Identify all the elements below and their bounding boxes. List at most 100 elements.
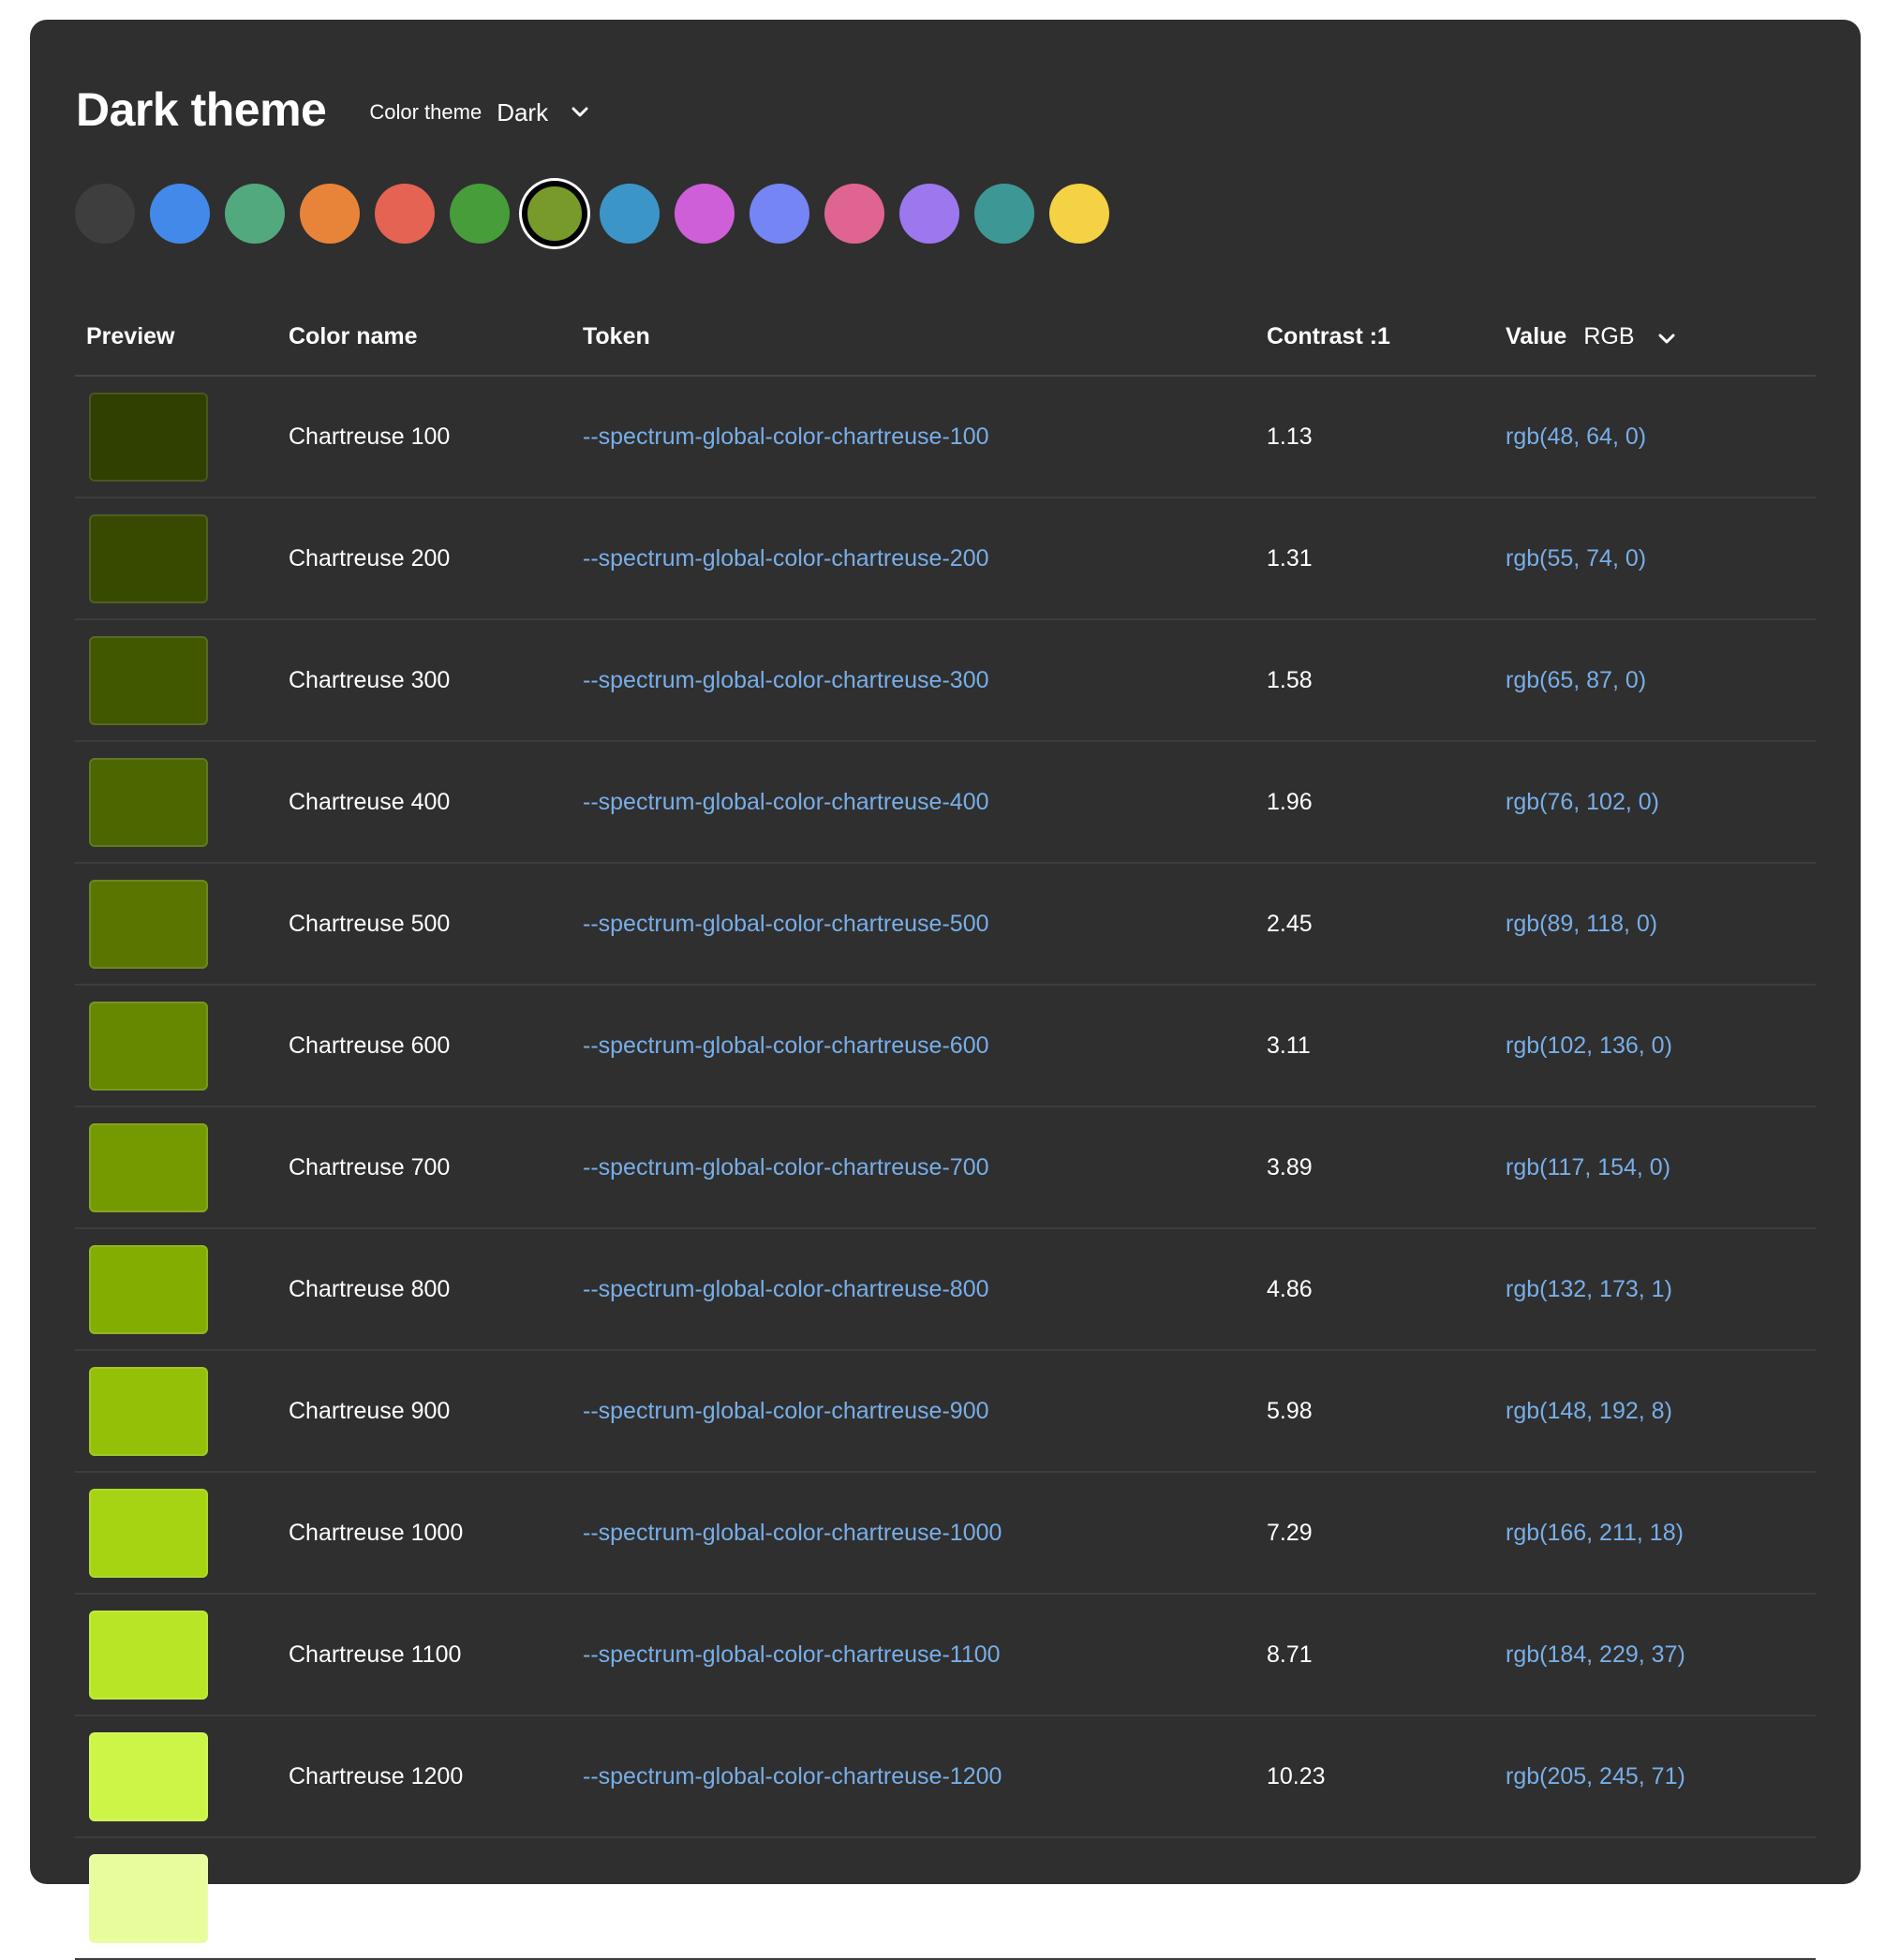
value-format-dropdown[interactable]: RGB [1583,323,1675,350]
color-name: Chartreuse 200 [289,544,451,572]
table-row: Chartreuse 800 --spectrum-global-color-ch… [75,1229,1816,1351]
color-name: Chartreuse 100 [289,423,451,450]
rgb-value-link[interactable]: rgb(76, 102, 0) [1506,789,1659,816]
color-preview-swatch [89,1610,208,1700]
rgb-value-link[interactable]: rgb(117, 154, 0) [1506,1154,1670,1181]
color-theme-dropdown[interactable]: Dark [497,93,589,127]
contrast-value: 1.58 [1267,666,1313,693]
rgb-value-link[interactable]: rgb(148, 192, 8) [1506,1398,1672,1425]
preview-cell [75,513,289,603]
table-body: Chartreuse 100 --spectrum-global-color-ch… [75,377,1816,1960]
contrast-value: 1.31 [1267,544,1313,572]
table-row: Chartreuse 900 --spectrum-global-color-ch… [75,1351,1816,1473]
chevron-down-icon [1658,334,1675,344]
preview-cell [75,392,289,482]
preview-cell [75,1001,289,1091]
token-link[interactable]: --spectrum-global-color-chartreuse-800 [583,1276,989,1302]
page-title: Dark theme [76,83,327,136]
page-header: Dark theme Color theme Dark [76,82,589,137]
contrast-value: 4.86 [1267,1275,1313,1302]
token-link[interactable]: --spectrum-global-color-chartreuse-100 [583,423,989,450]
table-row: Chartreuse 1200 --spectrum-global-color-c… [75,1716,1816,1838]
color-preview-swatch [89,635,208,725]
preview-cell [75,1853,289,1943]
swatch-yellow[interactable] [1049,184,1109,244]
rgb-value-link[interactable]: rgb(205, 245, 71) [1506,1763,1685,1790]
color-preview-swatch [89,1488,208,1578]
token-link[interactable]: --spectrum-global-color-chartreuse-900 [583,1398,989,1424]
token-link[interactable]: --spectrum-global-color-chartreuse-1100 [583,1641,1001,1668]
contrast-value: 2.45 [1267,910,1313,937]
rgb-value-link[interactable]: rgb(55, 74, 0) [1506,545,1646,572]
preview-cell [75,1610,289,1700]
preview-cell [75,757,289,847]
rgb-value-link[interactable]: rgb(48, 64, 0) [1506,423,1646,451]
color-name: Chartreuse 400 [289,788,451,815]
color-preview-swatch [89,392,208,482]
color-preview-swatch [89,1366,208,1456]
color-preview-swatch [89,1731,208,1821]
token-link[interactable]: --spectrum-global-color-chartreuse-1000 [583,1520,1002,1546]
swatch-teal[interactable] [974,184,1034,244]
swatch-indigo[interactable] [750,184,809,244]
token-link[interactable]: --spectrum-global-color-chartreuse-700 [583,1154,989,1180]
column-header-color-name: Color name [289,322,418,349]
contrast-value: 3.89 [1267,1153,1313,1180]
preview-cell [75,635,289,725]
table-row: Chartreuse 100 --spectrum-global-color-ch… [75,377,1816,498]
swatch-orange[interactable] [300,184,360,244]
swatch-seafoam[interactable] [225,184,285,244]
color-name: Chartreuse 1200 [289,1762,464,1789]
rgb-value-link[interactable]: rgb(65, 87, 0) [1506,667,1646,694]
table-row [75,1838,1816,1960]
swatch-magenta[interactable] [675,184,735,244]
swatch-red[interactable] [375,184,435,244]
color-theme-label: Color theme [369,100,482,124]
color-preview-swatch [89,757,208,847]
table-row: Chartreuse 1100 --spectrum-global-color-c… [75,1595,1816,1716]
color-preview-swatch [89,1244,208,1334]
color-name: Chartreuse 1000 [289,1519,464,1546]
color-name: Chartreuse 800 [289,1275,451,1302]
color-name: Chartreuse 600 [289,1032,451,1059]
color-preview-swatch [89,1853,208,1943]
token-link[interactable]: --spectrum-global-color-chartreuse-500 [583,911,989,937]
color-preview-swatch [89,1001,208,1091]
swatch-purple[interactable] [899,184,959,244]
swatch-pink[interactable] [824,184,884,244]
rgb-value-link[interactable]: rgb(184, 229, 37) [1506,1641,1685,1669]
preview-cell [75,1122,289,1212]
contrast-value: 10.23 [1267,1762,1326,1789]
rgb-value-link[interactable]: rgb(132, 173, 1) [1506,1276,1672,1303]
table-header: Preview Color name Token Contrast :1 Val… [75,298,1816,377]
contrast-value: 3.11 [1267,1032,1311,1059]
token-link[interactable]: --spectrum-global-color-chartreuse-400 [583,789,989,815]
preview-cell [75,1244,289,1334]
color-theme-value: Dark [497,97,549,126]
swatch-green[interactable] [450,184,510,244]
color-name: Chartreuse 1100 [289,1641,462,1668]
preview-cell [75,1488,289,1578]
swatch-gray[interactable] [75,184,135,244]
color-name: Chartreuse 500 [289,910,451,937]
token-link[interactable]: --spectrum-global-color-chartreuse-300 [583,667,989,693]
table-row: Chartreuse 700 --spectrum-global-color-ch… [75,1107,1816,1229]
token-link[interactable]: --spectrum-global-color-chartreuse-1200 [583,1763,1002,1789]
contrast-value: 7.29 [1267,1519,1313,1546]
table-row: Chartreuse 400 --spectrum-global-color-ch… [75,742,1816,864]
table-row: Chartreuse 600 --spectrum-global-color-ch… [75,986,1816,1107]
token-link[interactable]: --spectrum-global-color-chartreuse-600 [583,1032,989,1059]
swatch-chartreuse[interactable] [525,184,585,244]
table-row: Chartreuse 1000 --spectrum-global-color-c… [75,1473,1816,1595]
swatch-cyan[interactable] [600,184,660,244]
table-row: Chartreuse 300 --spectrum-global-color-ch… [75,620,1816,742]
swatch-blue[interactable] [150,184,210,244]
token-link[interactable]: --spectrum-global-color-chartreuse-200 [583,545,989,572]
rgb-value-link[interactable]: rgb(166, 211, 18) [1506,1520,1684,1547]
color-palette-picker [75,184,1109,244]
preview-cell [75,879,289,969]
color-table: Preview Color name Token Contrast :1 Val… [75,298,1816,1960]
rgb-value-link[interactable]: rgb(102, 136, 0) [1506,1032,1672,1060]
column-header-token: Token [583,322,650,349]
rgb-value-link[interactable]: rgb(89, 118, 0) [1506,911,1657,938]
